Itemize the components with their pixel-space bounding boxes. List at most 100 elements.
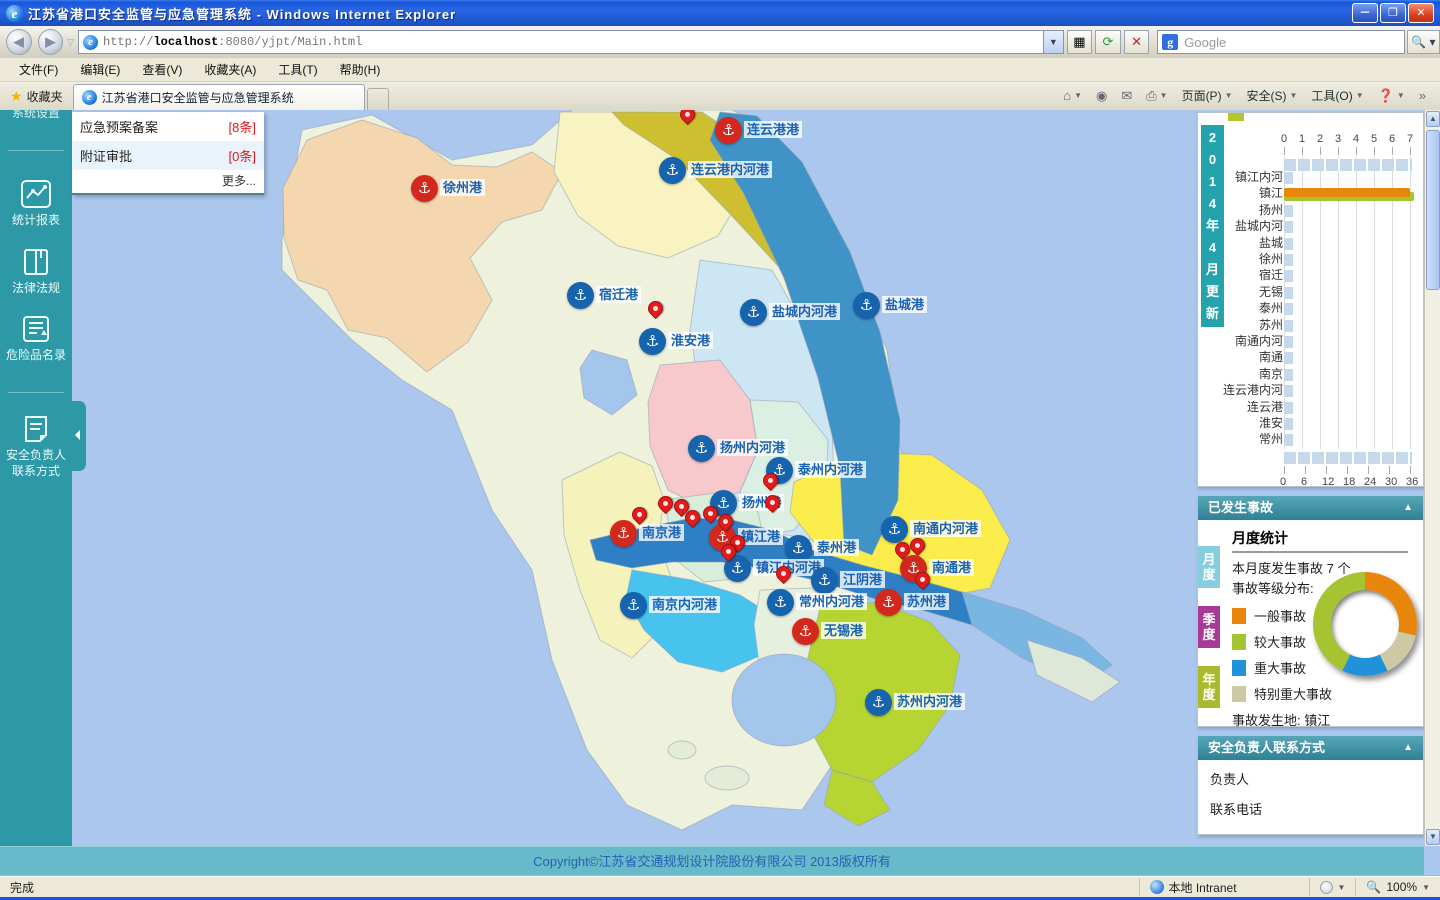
scroll-up-button[interactable]: ▲ — [1426, 111, 1440, 127]
category-label-淮安: 淮安 — [1258, 416, 1283, 430]
home-icon[interactable]: ⌂ ▼ — [1057, 86, 1088, 105]
mail-icon[interactable]: ✉ — [1115, 86, 1138, 106]
collapse-arrow-icon[interactable]: ▲ — [1403, 496, 1413, 520]
top-axis-tick: 5 — [1371, 133, 1378, 145]
port-marker-连云港港[interactable]: ⚓ — [715, 117, 742, 144]
history-dropdown-icon[interactable]: ▽ — [67, 37, 74, 48]
help-icon: ❓ — [1377, 87, 1394, 103]
search-box[interactable]: g Google — [1157, 30, 1405, 54]
vertical-scrollbar[interactable]: ▲ ▼ — [1424, 110, 1440, 846]
search-button[interactable]: 🔍 ▾ — [1406, 30, 1440, 54]
menu-item-5[interactable]: 帮助(H) — [329, 58, 392, 81]
minimize-button[interactable]: － — [1352, 3, 1378, 23]
sidebar-collapse-handle[interactable] — [72, 401, 86, 471]
tab-月度[interactable]: 月度 — [1198, 546, 1220, 588]
status-text: 完成 — [10, 880, 35, 895]
feed-icon: ◉ — [1095, 87, 1108, 103]
port-label-扬州内河港: 扬州内河港 — [717, 439, 789, 456]
new-tab-button[interactable] — [366, 88, 389, 110]
stop-button[interactable]: ✕ — [1123, 30, 1150, 54]
star-icon: ★ — [10, 88, 23, 104]
bottom-axis-tick: 24 — [1364, 475, 1377, 488]
top-axis-tick: 6 — [1389, 133, 1396, 145]
legend-item-特别重大事故: 特别重大事故 — [1232, 684, 1415, 703]
accidents-panel-body: 月度季度年度 月度统计 本月度发生事故 7 个 事故等级分布: 一般事故 较大事故… — [1198, 520, 1423, 728]
sidebar-item-label: 安全负责人 — [5, 448, 66, 462]
port-label-泰州内河港: 泰州内河港 — [795, 461, 867, 478]
popup-row-应急预案备案[interactable]: 应急预案备案 [8条] — [72, 112, 264, 141]
axis-band-top — [1284, 159, 1412, 171]
port-marker-苏州港[interactable]: ⚓ — [875, 589, 902, 616]
port-marker-南京港[interactable]: ⚓ — [610, 520, 637, 547]
forward-button[interactable]: ▶ — [37, 29, 64, 55]
feed-icon[interactable]: ◉ — [1090, 86, 1113, 106]
sidebar-item-安全负责人联系方式[interactable]: 安全负责人 联系方式 — [0, 415, 72, 479]
port-bar-chart[interactable]: 2014年4月更新 0 1 2 3 4 5 6 7 镇江内河 镇江 扬州 盐城内河 盐城 徐州 宿迁 无锡 泰州… — [1197, 112, 1424, 488]
port-marker-淮安港[interactable]: ⚓ — [639, 328, 666, 355]
tab-年度[interactable]: 年度 — [1198, 666, 1220, 708]
sidebar-item-法律法规[interactable]: 法律法规 — [0, 248, 72, 296]
bar-stub — [1284, 221, 1293, 234]
port-marker-江阴港[interactable]: ⚓ — [811, 567, 838, 594]
restore-button[interactable]: ❐ — [1380, 3, 1406, 23]
port-marker-泰州港[interactable]: ⚓ — [785, 535, 812, 562]
bar-stub — [1284, 237, 1293, 250]
sidebar-item-危险品名录[interactable]: 危险品名录 — [0, 315, 72, 363]
bottom-axis-tick: 6 — [1301, 475, 1308, 488]
back-button[interactable]: ◀ — [6, 29, 32, 55]
close-button[interactable]: ✕ — [1408, 3, 1434, 23]
legend-swatch — [1232, 607, 1246, 624]
bar-stub — [1284, 418, 1293, 430]
more-link[interactable]: 更多... — [72, 170, 264, 193]
tab-title: 江苏省港口安全监管与应急管理系统 — [101, 91, 294, 105]
menu-item-4[interactable]: 工具(T) — [267, 58, 328, 81]
compatibility-view-button[interactable]: ▦ — [1066, 30, 1093, 54]
port-marker-南京内河港[interactable]: ⚓ — [620, 592, 647, 619]
menu-item-3[interactable]: 收藏夹(A) — [193, 58, 267, 81]
port-marker-盐城内河港[interactable]: ⚓ — [740, 299, 767, 326]
chevron-icon[interactable]: » — [1413, 86, 1432, 105]
address-dropdown-button[interactable]: ▼ — [1044, 30, 1064, 54]
title-bar[interactable]: e 江苏省港口安全监管与应急管理系统 - Windows Internet Ex… — [0, 0, 1440, 26]
help-icon[interactable]: ❓ ▼ — [1372, 86, 1411, 106]
scrollbar-thumb[interactable] — [1426, 130, 1440, 290]
contacts-panel-header[interactable]: 安全负责人联系方式 ▲ — [1198, 736, 1423, 760]
category-label-徐州: 徐州 — [1258, 252, 1283, 266]
port-marker-宿迁港[interactable]: ⚓ — [567, 282, 594, 309]
sidebar-item-system-settings[interactable]: 系统设置 — [0, 110, 72, 121]
command-页面(P)[interactable]: 页面(P) ▼ — [1176, 85, 1239, 106]
print-icon[interactable]: ⎙ ▼ — [1140, 86, 1173, 106]
scroll-down-button[interactable]: ▼ — [1426, 829, 1440, 845]
port-marker-连云港内河港[interactable]: ⚓ — [659, 157, 686, 184]
command-工具(O)[interactable]: 工具(O) ▼ — [1305, 85, 1369, 106]
tab-季度[interactable]: 季度 — [1198, 606, 1220, 648]
accidents-panel-header[interactable]: 已发生事故 ▲ — [1198, 496, 1423, 520]
search-placeholder: Google — [1184, 34, 1227, 50]
address-bar[interactable]: e http://localhost:8080/yjpt/Main.html — [78, 30, 1045, 54]
sidebar-item-统计报表[interactable]: 统计报表 — [0, 180, 72, 228]
url-text[interactable]: http://localhost:8080/yjpt/Main.html — [103, 35, 362, 49]
port-marker-苏州内河港[interactable]: ⚓ — [865, 689, 892, 716]
right-panel: 2014年4月更新 0 1 2 3 4 5 6 7 镇江内河 镇江 扬州 盐城内河 盐城 徐州 宿迁 无锡 泰州… — [1197, 112, 1424, 835]
zoom-control[interactable]: 🔍 100% ▼ — [1355, 878, 1440, 896]
collapse-arrow-icon[interactable]: ▲ — [1403, 736, 1413, 760]
tab-active[interactable]: e 江苏省港口安全监管与应急管理系统 — [72, 84, 365, 110]
sidebar-item-label: 法律法规 — [11, 281, 60, 295]
port-marker-盐城港[interactable]: ⚓ — [853, 292, 880, 319]
menu-item-0[interactable]: 文件(F) — [8, 58, 69, 81]
port-marker-无锡港[interactable]: ⚓ — [792, 618, 819, 645]
protected-mode-button[interactable]: ▼ — [1308, 878, 1356, 896]
popup-row-附证审批[interactable]: 附证审批 [0条] — [72, 141, 264, 170]
port-marker-徐州港[interactable]: ⚓ — [411, 175, 438, 202]
port-marker-南通内河港[interactable]: ⚓ — [881, 516, 908, 543]
refresh-button[interactable]: ⟳ — [1095, 30, 1121, 54]
note-icon — [0, 415, 72, 443]
command-安全(S)[interactable]: 安全(S) ▼ — [1240, 85, 1303, 106]
port-marker-常州内河港[interactable]: ⚓ — [767, 589, 794, 616]
legend-swatch — [1232, 633, 1246, 650]
menu-item-2[interactable]: 查看(V) — [131, 58, 193, 81]
favorites-button[interactable]: ★ 收藏夹 — [0, 83, 73, 110]
port-marker-扬州内河港[interactable]: ⚓ — [688, 435, 715, 462]
menu-item-1[interactable]: 编辑(E) — [69, 58, 131, 81]
zone-label: 本地 Intranet — [1168, 880, 1237, 895]
